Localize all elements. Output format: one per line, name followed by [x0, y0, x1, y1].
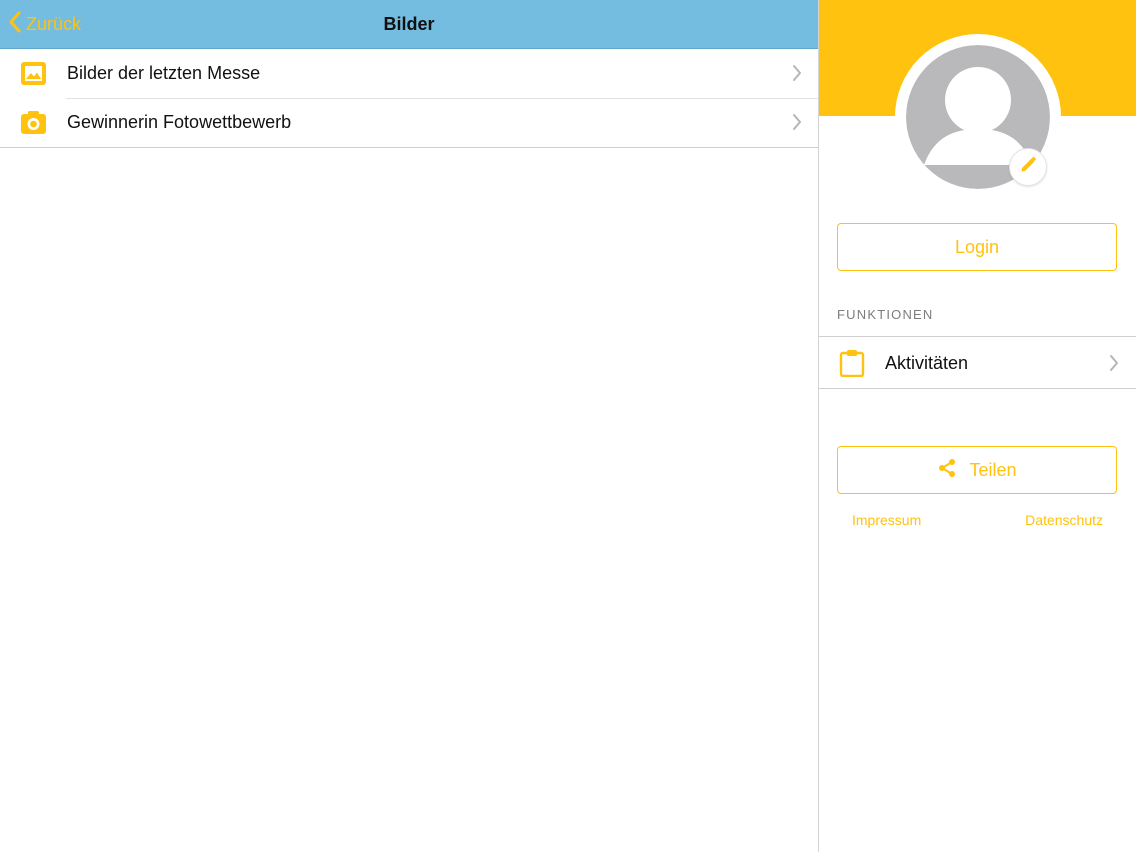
side-menu: Login FUNKTIONEN Aktivitäten Teilen Impr…: [818, 0, 1136, 852]
image-icon: [20, 60, 47, 87]
impressum-link[interactable]: Impressum: [852, 512, 921, 528]
share-icon: [937, 458, 957, 483]
menu-item-aktivitaeten[interactable]: Aktivitäten: [819, 336, 1136, 389]
clipboard-icon: [839, 349, 865, 382]
pencil-icon: [1018, 155, 1038, 180]
menu-item-label: Aktivitäten: [885, 353, 969, 373]
functions-section-header: FUNKTIONEN: [837, 307, 934, 322]
list-item-gewinnerin-fotowettbewerb[interactable]: Gewinnerin Fotowettbewerb: [0, 98, 818, 147]
share-button[interactable]: Teilen: [837, 446, 1117, 494]
chevron-right-icon: [1109, 354, 1119, 377]
login-button[interactable]: Login: [837, 223, 1117, 271]
chevron-right-icon: [792, 64, 802, 87]
navigation-bar: Zurück Bilder: [0, 0, 818, 49]
content-pane: Zurück Bilder Bilder der letzten Messe G…: [0, 0, 818, 852]
login-button-label: Login: [954, 236, 1000, 257]
list-item-label: Bilder der letzten Messe: [67, 63, 261, 83]
share-button-label: Teilen: [969, 459, 1017, 480]
edit-avatar-button[interactable]: [1009, 148, 1047, 186]
datenschutz-link[interactable]: Datenschutz: [1025, 512, 1103, 528]
camera-icon: [20, 109, 47, 136]
page-title: Bilder: [383, 14, 435, 34]
chevron-right-icon: [792, 113, 802, 136]
list-item-bilder-der-letzten-messe[interactable]: Bilder der letzten Messe: [0, 49, 818, 98]
picture-list: Bilder der letzten Messe Gewinnerin Foto…: [0, 49, 818, 148]
list-item-label: Gewinnerin Fotowettbewerb: [67, 112, 292, 132]
